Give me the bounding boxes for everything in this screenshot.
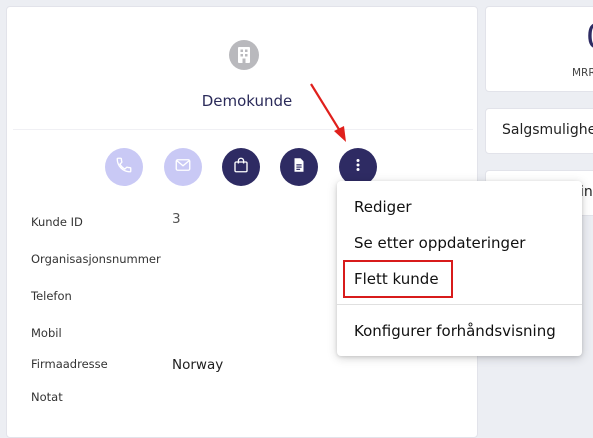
call-button[interactable] xyxy=(105,148,143,186)
phone-label: Telefon xyxy=(31,289,72,303)
mail-icon xyxy=(174,156,192,178)
mrr-value: 0 xyxy=(586,17,593,57)
menu-item-configure-preview[interactable]: Konfigurer forhåndsvisning xyxy=(354,322,556,340)
menu-item-edit[interactable]: Rediger xyxy=(354,198,412,216)
document-icon xyxy=(290,156,308,178)
building-icon xyxy=(229,40,259,70)
email-button[interactable] xyxy=(164,148,202,186)
address-label: Firmaadresse xyxy=(31,357,108,371)
mrr-card: 0 MRR xyxy=(485,6,593,92)
address-value: Norway xyxy=(172,357,224,373)
org-number-label: Organisasjonsnummer xyxy=(31,252,161,266)
more-vertical-icon xyxy=(349,156,367,178)
sales-opportunities-card[interactable]: Salgsmulighete xyxy=(485,108,593,154)
note-label: Notat xyxy=(31,390,63,404)
shopping-bag-icon xyxy=(232,156,250,178)
mrr-label: MRR xyxy=(572,67,593,79)
highlight-box xyxy=(343,260,453,298)
menu-divider xyxy=(337,304,582,305)
phone-icon xyxy=(115,156,133,178)
shop-button[interactable] xyxy=(222,148,260,186)
customer-id-value: 3 xyxy=(172,211,181,227)
sales-opportunities-label: Salgsmulighete xyxy=(502,122,593,138)
document-button[interactable] xyxy=(280,148,318,186)
divider xyxy=(13,129,473,130)
menu-item-check-updates[interactable]: Se etter oppdateringer xyxy=(354,234,525,252)
customer-id-label: Kunde ID xyxy=(31,215,83,229)
mobile-label: Mobil xyxy=(31,326,62,340)
customer-name: Demokunde xyxy=(201,92,293,110)
